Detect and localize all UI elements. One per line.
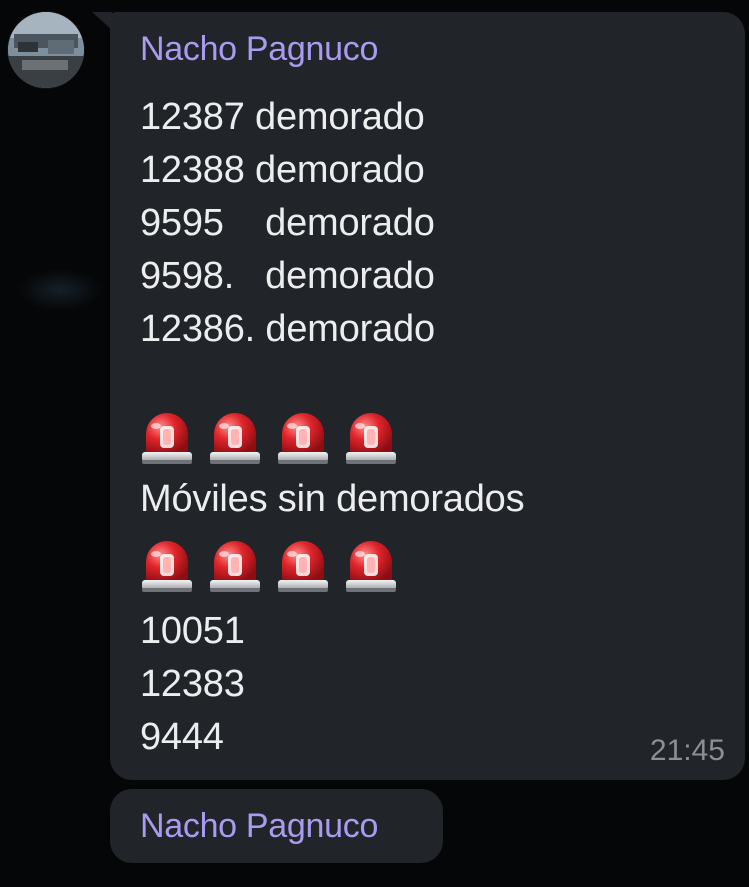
message-line: 9598. demorado xyxy=(140,255,435,297)
next-message-bubble[interactable]: Nacho Pagnuco xyxy=(110,789,443,863)
message-line: 12383 xyxy=(140,663,245,705)
message-timestamp: 21:45 xyxy=(649,734,725,767)
message-line: 9595 demorado xyxy=(140,202,435,244)
police-siren-icon xyxy=(140,410,194,466)
message-line: Móviles sin demorados xyxy=(140,478,525,520)
police-siren-icon xyxy=(140,538,194,594)
message-line: 12387 demorado xyxy=(140,96,425,138)
police-siren-icon xyxy=(344,410,398,466)
sender-avatar[interactable] xyxy=(8,12,84,88)
bubble-tail xyxy=(92,12,112,30)
police-siren-icon xyxy=(208,410,262,466)
message-line: 9444 xyxy=(140,716,224,758)
police-siren-icon xyxy=(276,410,330,466)
siren-emoji-row xyxy=(140,538,398,594)
message-bubble[interactable]: Nacho Pagnuco 12387 demorado 12388 demor… xyxy=(110,12,745,780)
police-siren-icon xyxy=(344,538,398,594)
avatar-photo-icon xyxy=(8,12,84,88)
message-line: 12388 demorado xyxy=(140,149,425,191)
sender-name[interactable]: Nacho Pagnuco xyxy=(140,30,378,69)
message-line: 12386. demorado xyxy=(140,308,435,350)
sender-name[interactable]: Nacho Pagnuco xyxy=(140,807,378,846)
chat-screen: Nacho Pagnuco 12387 demorado 12388 demor… xyxy=(0,0,749,887)
message-line: 10051 xyxy=(140,610,245,652)
police-siren-icon xyxy=(276,538,330,594)
police-siren-icon xyxy=(208,538,262,594)
siren-emoji-row xyxy=(140,410,398,466)
